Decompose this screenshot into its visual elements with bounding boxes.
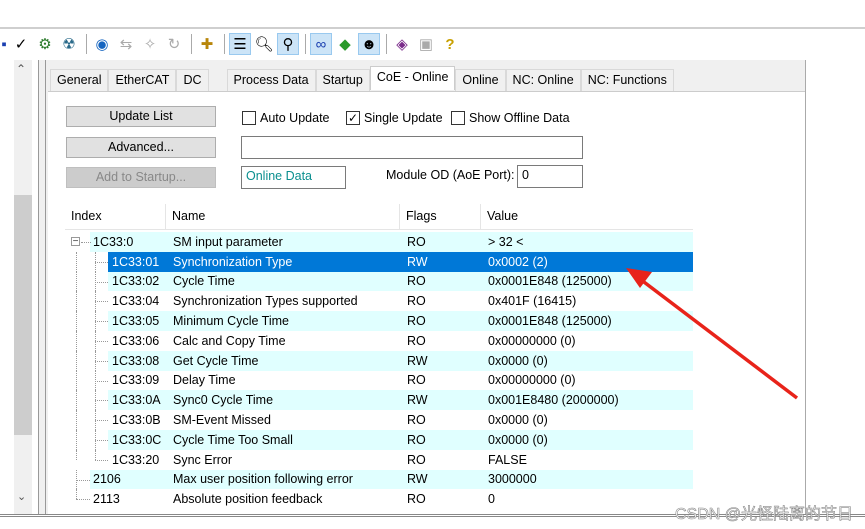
watermark: CSDN @光怪陆离的节日 xyxy=(674,506,854,524)
annotation-arrow xyxy=(626,268,799,400)
arrow-shaft xyxy=(638,277,799,400)
